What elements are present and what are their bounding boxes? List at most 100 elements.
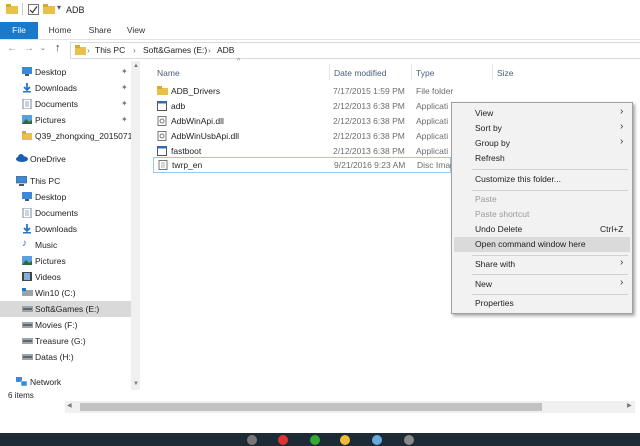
nav-item-documents[interactable]: Documents ✦ [0, 96, 140, 112]
menu-item-paste[interactable]: Paste [454, 192, 630, 207]
taskbar-app-icon[interactable] [278, 435, 288, 445]
pin-icon[interactable]: ✦ [121, 115, 128, 124]
menu-item-paste-shortcut[interactable]: Paste shortcut [454, 207, 630, 222]
nav-item-this-pc[interactable]: This PC [0, 173, 140, 189]
nav-item-drive-f[interactable]: Movies (F:) [0, 317, 140, 333]
scroll-up-icon[interactable]: ▲ [133, 63, 139, 69]
onedrive-icon [16, 154, 28, 163]
taskbar-app-icon[interactable] [247, 435, 257, 445]
pin-icon[interactable]: ✦ [121, 83, 128, 92]
nav-item-drive-g[interactable]: Treasure (G:) [0, 333, 140, 349]
address-bar[interactable]: › This PC › Soft&Games (E:) › ADB [70, 42, 640, 59]
tab-home[interactable]: Home [44, 22, 76, 39]
nav-item-desktop[interactable]: Desktop ✦ [0, 64, 140, 80]
sort-indicator-icon: ^ [237, 58, 241, 65]
nav-item-onedrive[interactable]: OneDrive [0, 151, 140, 167]
nav-item-pc-documents[interactable]: Documents [0, 205, 140, 221]
menu-item-refresh[interactable]: Refresh [454, 151, 630, 166]
breadcrumb-adb[interactable]: ADB [217, 45, 234, 55]
nav-item-q39-folder[interactable]: Q39_zhongxing_20150717 [0, 128, 140, 144]
dll-icon [157, 131, 167, 141]
up-arrow-icon[interactable]: ↑ [55, 42, 61, 54]
taskbar-app-icon[interactable] [310, 435, 320, 445]
menu-separator [472, 169, 628, 170]
item-count: 6 items [8, 391, 34, 400]
recent-locations-icon[interactable]: ⌄ [40, 44, 46, 52]
column-header-date[interactable]: Date modified [334, 68, 386, 78]
breadcrumb-separator: › [87, 45, 90, 55]
drive-icon [22, 352, 33, 361]
taskbar [0, 433, 640, 446]
pin-icon[interactable]: ✦ [121, 67, 128, 76]
scroll-left-icon[interactable]: ◀ [67, 402, 72, 409]
nav-item-pc-videos[interactable]: Videos [0, 269, 140, 285]
menu-separator [472, 294, 628, 295]
nav-item-drive-e[interactable]: Soft&Games (E:) [0, 301, 140, 317]
tab-file[interactable]: File [0, 22, 38, 39]
column-header-name[interactable]: Name [157, 68, 180, 78]
nav-item-pc-downloads[interactable]: Downloads [0, 221, 140, 237]
file-row[interactable]: ADB_Drivers 7/17/2015 1:59 PM File folde… [153, 84, 603, 98]
chevron-right-icon: › [620, 257, 624, 268]
nav-scrollbar[interactable] [131, 61, 140, 390]
breadcrumb-separator: › [133, 45, 136, 55]
menu-item-undo-delete[interactable]: Undo Delete Ctrl+Z [454, 222, 630, 237]
taskbar-app-icon[interactable] [404, 435, 414, 445]
properties-check-icon[interactable] [28, 4, 39, 15]
menu-item-customize[interactable]: Customize this folder... [454, 172, 630, 187]
column-header-type[interactable]: Type [416, 68, 434, 78]
pin-icon[interactable]: ✦ [121, 99, 128, 108]
taskbar-app-icon[interactable] [340, 435, 350, 445]
scroll-down-icon[interactable]: ▼ [133, 381, 139, 387]
downloads-icon [22, 224, 32, 234]
folder-icon [22, 131, 32, 140]
quick-access-dropdown-icon[interactable]: ▾ [57, 3, 61, 12]
menu-item-group-by[interactable]: Group by › [454, 136, 630, 151]
chevron-right-icon: › [620, 136, 624, 147]
nav-item-drive-c[interactable]: Win10 (C:) [0, 285, 140, 301]
back-arrow-icon[interactable]: ← [7, 43, 17, 54]
chevron-right-icon: › [620, 277, 624, 288]
app-icon [157, 146, 167, 156]
nav-item-pc-music[interactable]: ♪ Music [0, 237, 140, 253]
taskbar-app-icon[interactable] [372, 435, 382, 445]
downloads-icon [22, 83, 32, 93]
app-icon [157, 101, 167, 111]
nav-item-pictures[interactable]: Pictures ✦ [0, 112, 140, 128]
breadcrumb-this-pc[interactable]: This PC [95, 45, 125, 55]
menu-item-share-with[interactable]: Share with › [454, 257, 630, 272]
navigation-pane: Desktop ✦ Downloads ✦ Documents ✦ Pictur… [0, 61, 140, 401]
nav-item-drive-h[interactable]: Datas (H:) [0, 349, 140, 365]
address-row: ← → ⌄ ↑ › This PC › Soft&Games (E:) › AD… [0, 40, 640, 60]
nav-item-network[interactable]: Network [0, 374, 140, 390]
forward-arrow-icon[interactable]: → [24, 43, 34, 54]
breadcrumb-drive[interactable]: Soft&Games (E:) [143, 45, 207, 55]
nav-item-pc-pictures[interactable]: Pictures [0, 253, 140, 269]
scrollbar-thumb[interactable] [80, 403, 542, 411]
column-header-size[interactable]: Size [497, 68, 514, 78]
documents-icon [22, 99, 32, 109]
nav-item-pc-desktop[interactable]: Desktop [0, 189, 140, 205]
menu-item-open-command-window[interactable]: Open command window here [454, 237, 630, 252]
drive-icon [22, 304, 33, 313]
folder-icon [75, 45, 86, 55]
menu-item-view[interactable]: View › [454, 106, 630, 121]
nav-item-downloads[interactable]: Downloads ✦ [0, 80, 140, 96]
menu-item-new[interactable]: New › [454, 277, 630, 292]
menu-separator [472, 255, 628, 256]
tab-view[interactable]: View [122, 22, 150, 39]
disc-image-icon [158, 160, 168, 170]
file-row-focused[interactable]: twrp_en 9/21/2016 9:23 AM Disc Imag [153, 157, 455, 173]
tab-share[interactable]: Share [84, 22, 116, 39]
scroll-right-icon[interactable]: ▶ [627, 402, 632, 409]
computer-icon [16, 176, 27, 186]
window-title: ADB [66, 5, 85, 15]
menu-item-properties[interactable]: Properties [454, 296, 630, 311]
videos-icon [22, 272, 32, 281]
network-icon [16, 377, 27, 387]
documents-icon [22, 208, 32, 218]
breadcrumb-separator: › [208, 45, 211, 55]
menu-item-sort-by[interactable]: Sort by › [454, 121, 630, 136]
new-folder-icon[interactable] [43, 4, 55, 14]
menu-separator [472, 274, 628, 275]
